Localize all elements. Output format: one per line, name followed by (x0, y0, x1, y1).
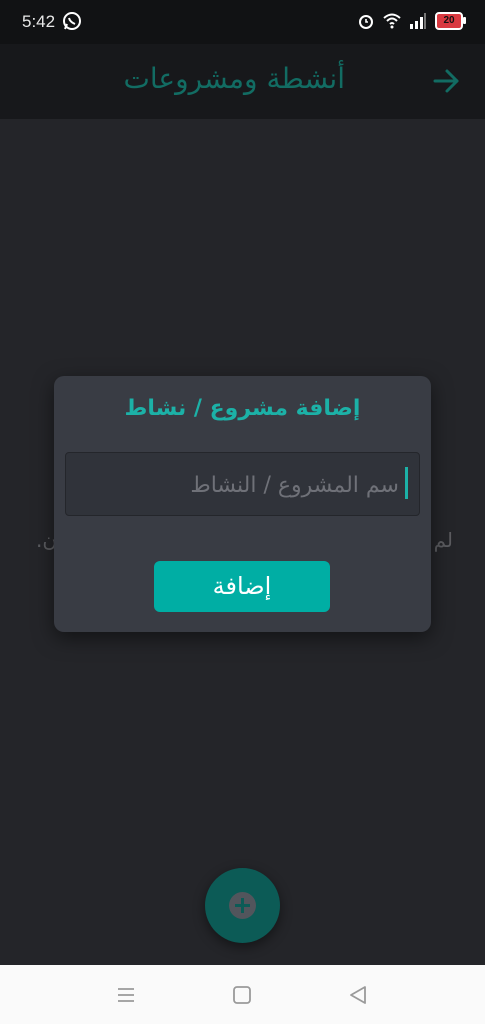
wifi-icon (383, 13, 401, 29)
alarm-icon (359, 15, 373, 29)
back-triangle-icon[interactable] (346, 983, 370, 1007)
add-project-dialog: إضافة مشروع / نشاط إضافة (54, 376, 431, 632)
system-nav-bar (0, 965, 485, 1024)
menu-icon[interactable] (114, 983, 138, 1007)
home-square-icon[interactable] (230, 983, 254, 1007)
empty-text-left: لم (433, 528, 453, 552)
status-bar: 5:42 20 (0, 0, 485, 44)
project-name-input[interactable] (77, 466, 401, 504)
dialog-title: إضافة مشروع / نشاط (124, 396, 361, 421)
signal-icon (410, 13, 426, 29)
arrow-right-icon[interactable] (431, 66, 461, 96)
text-caret (405, 467, 408, 499)
project-name-field-box[interactable] (65, 452, 420, 516)
plus-circle-icon (229, 892, 256, 919)
app-bar: أنشطة ومشروعات (0, 44, 485, 119)
page-title: أنشطة ومشروعات (123, 62, 346, 95)
add-button[interactable]: إضافة (154, 561, 330, 612)
battery-icon: 20 (435, 12, 466, 30)
whatsapp-icon (63, 12, 81, 30)
status-time: 5:42 (22, 12, 56, 31)
status-icons: 20 (357, 12, 466, 30)
add-fab-button[interactable] (205, 868, 280, 943)
